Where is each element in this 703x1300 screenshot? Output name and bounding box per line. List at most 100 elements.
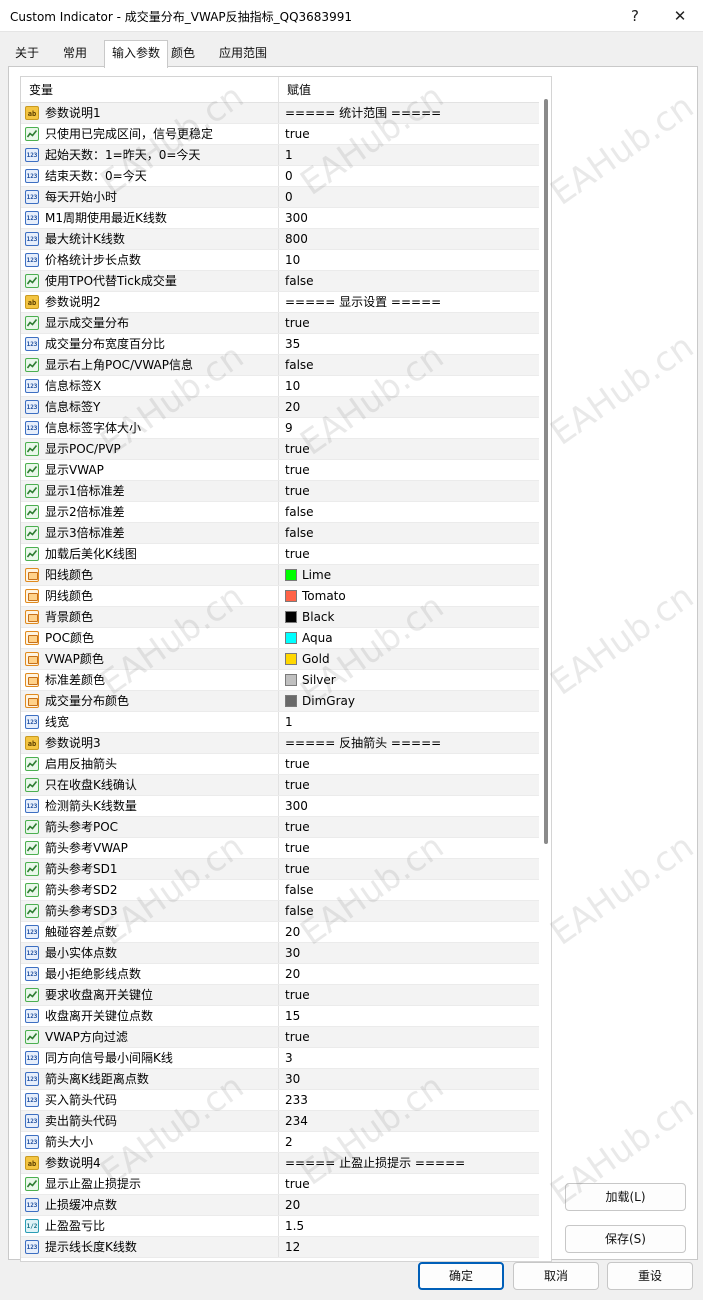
parameter-row[interactable]: 要求收盘离开关键位 true	[21, 985, 539, 1006]
parameter-value-cell[interactable]: 300	[279, 796, 539, 816]
color-swatch[interactable]	[285, 590, 297, 602]
tab-visualization[interactable]: 应用范围	[212, 42, 274, 66]
parameter-value-cell[interactable]: true	[279, 439, 539, 459]
parameter-value-cell[interactable]: 15	[279, 1006, 539, 1026]
save-button[interactable]: 保存(S)	[565, 1225, 686, 1253]
parameter-value-cell[interactable]: true	[279, 544, 539, 564]
parameter-value-cell[interactable]: Black	[279, 607, 539, 627]
column-header-value[interactable]: 赋值	[279, 77, 539, 103]
parameter-value-cell[interactable]: false	[279, 271, 539, 291]
parameter-row[interactable]: 只使用已完成区间，信号更稳定 true	[21, 124, 539, 145]
parameter-value-cell[interactable]: 12	[279, 1237, 539, 1257]
parameter-value-cell[interactable]: false	[279, 502, 539, 522]
parameter-value-cell[interactable]: 2	[279, 1132, 539, 1152]
help-icon[interactable]: ?	[612, 0, 658, 32]
parameter-value-cell[interactable]: 234	[279, 1111, 539, 1131]
close-icon[interactable]: ✕	[657, 0, 703, 32]
parameter-row[interactable]: 123 检测箭头K线数量 300	[21, 796, 539, 817]
parameter-row[interactable]: 显示2倍标准差 false	[21, 502, 539, 523]
parameter-row[interactable]: 123 收盘离开关键位点数 15	[21, 1006, 539, 1027]
parameter-value-cell[interactable]: 800	[279, 229, 539, 249]
parameter-row[interactable]: 只在收盘K线确认 true	[21, 775, 539, 796]
parameter-value-cell[interactable]: DimGray	[279, 691, 539, 711]
parameter-row[interactable]: 123 提示线长度K线数 12	[21, 1237, 539, 1258]
parameter-row[interactable]: 阴线颜色 Tomato	[21, 586, 539, 607]
parameter-row[interactable]: 123 同方向信号最小间隔K线 3	[21, 1048, 539, 1069]
color-swatch[interactable]	[285, 674, 297, 686]
parameter-row[interactable]: 123 卖出箭头代码 234	[21, 1111, 539, 1132]
parameter-row[interactable]: 加载后美化K线图 true	[21, 544, 539, 565]
parameter-row[interactable]: 123 触碰容差点数 20	[21, 922, 539, 943]
tab-about[interactable]: 关于	[8, 42, 46, 66]
parameter-row[interactable]: 123 线宽 1	[21, 712, 539, 733]
parameter-row[interactable]: 显示POC/PVP true	[21, 439, 539, 460]
parameter-value-cell[interactable]: 20	[279, 397, 539, 417]
parameter-row[interactable]: 背景颜色 Black	[21, 607, 539, 628]
color-swatch[interactable]	[285, 611, 297, 623]
parameter-value-cell[interactable]: Tomato	[279, 586, 539, 606]
column-header-variable[interactable]: 变量	[21, 77, 279, 103]
parameter-row[interactable]: 123 结束天数：0=今天 0	[21, 166, 539, 187]
parameter-value-cell[interactable]: false	[279, 901, 539, 921]
parameter-row[interactable]: 123 信息标签Y 20	[21, 397, 539, 418]
parameter-row[interactable]: VWAP方向过滤 true	[21, 1027, 539, 1048]
parameter-value-cell[interactable]: true	[279, 460, 539, 480]
parameter-value-cell[interactable]: 20	[279, 922, 539, 942]
parameter-row[interactable]: 123 最大统计K线数 800	[21, 229, 539, 250]
parameter-value-cell[interactable]: true	[279, 124, 539, 144]
parameter-row[interactable]: 显示成交量分布 true	[21, 313, 539, 334]
tab-inputs[interactable]: 输入参数	[104, 40, 169, 68]
tab-colors[interactable]: 颜色	[164, 42, 202, 66]
parameter-value-cell[interactable]: 10	[279, 250, 539, 270]
parameter-row[interactable]: ab 参数说明1 ===== 统计范围 =====	[21, 103, 539, 124]
scroll-thumb[interactable]	[544, 99, 548, 844]
parameter-value-cell[interactable]: true	[279, 985, 539, 1005]
parameter-row[interactable]: ab 参数说明4 ===== 止盈止损提示 =====	[21, 1153, 539, 1174]
parameter-value-cell[interactable]: 30	[279, 943, 539, 963]
cancel-button[interactable]: 取消	[513, 1262, 599, 1290]
parameter-row[interactable]: 123 信息标签X 10	[21, 376, 539, 397]
parameter-value-cell[interactable]: false	[279, 355, 539, 375]
parameter-row[interactable]: 标准差颜色 Silver	[21, 670, 539, 691]
parameter-value-cell[interactable]: Aqua	[279, 628, 539, 648]
parameter-row[interactable]: 显示右上角POC/VWAP信息 false	[21, 355, 539, 376]
parameter-value-cell[interactable]: 1.5	[279, 1216, 539, 1236]
parameter-row[interactable]: 123 买入箭头代码 233	[21, 1090, 539, 1111]
parameter-row[interactable]: 箭头参考SD3 false	[21, 901, 539, 922]
parameter-row[interactable]: 123 信息标签字体大小 9	[21, 418, 539, 439]
parameter-row[interactable]: 123 每天开始小时 0	[21, 187, 539, 208]
parameter-value-cell[interactable]: 10	[279, 376, 539, 396]
parameter-row[interactable]: 显示3倍标准差 false	[21, 523, 539, 544]
parameter-row[interactable]: 123 箭头大小 2	[21, 1132, 539, 1153]
parameter-value-cell[interactable]: 20	[279, 964, 539, 984]
parameter-row[interactable]: 阳线颜色 Lime	[21, 565, 539, 586]
parameter-value-cell[interactable]: 3	[279, 1048, 539, 1068]
parameter-row[interactable]: 箭头参考POC true	[21, 817, 539, 838]
parameter-value-cell[interactable]: 0	[279, 187, 539, 207]
parameter-row[interactable]: 显示VWAP true	[21, 460, 539, 481]
parameter-row[interactable]: 成交量分布颜色 DimGray	[21, 691, 539, 712]
parameter-value-cell[interactable]: true	[279, 775, 539, 795]
parameter-row[interactable]: 显示止盈止损提示 true	[21, 1174, 539, 1195]
parameter-row[interactable]: 1/2 止盈盈亏比 1.5	[21, 1216, 539, 1237]
ok-button[interactable]: 确定	[418, 1262, 504, 1290]
color-swatch[interactable]	[285, 632, 297, 644]
parameter-row[interactable]: 123 价格统计步长点数 10	[21, 250, 539, 271]
parameter-value-cell[interactable]: true	[279, 481, 539, 501]
parameter-value-cell[interactable]: ===== 显示设置 =====	[279, 292, 539, 312]
parameter-value-cell[interactable]: 30	[279, 1069, 539, 1089]
tab-common[interactable]: 常用	[56, 42, 94, 66]
parameter-row[interactable]: 显示1倍标准差 true	[21, 481, 539, 502]
parameter-value-cell[interactable]: ===== 止盈止损提示 =====	[279, 1153, 539, 1173]
parameter-row[interactable]: POC颜色 Aqua	[21, 628, 539, 649]
parameter-row[interactable]: 123 最小拒绝影线点数 20	[21, 964, 539, 985]
parameter-row[interactable]: 123 箭头离K线距离点数 30	[21, 1069, 539, 1090]
color-swatch[interactable]	[285, 569, 297, 581]
parameter-value-cell[interactable]: 35	[279, 334, 539, 354]
parameter-value-cell[interactable]: true	[279, 754, 539, 774]
parameter-row[interactable]: 123 止损缓冲点数 20	[21, 1195, 539, 1216]
parameter-value-cell[interactable]: 1	[279, 145, 539, 165]
parameter-row[interactable]: 123 起始天数：1=昨天，0=今天 1	[21, 145, 539, 166]
parameter-row[interactable]: 箭头参考SD2 false	[21, 880, 539, 901]
parameter-value-cell[interactable]: ===== 反抽箭头 =====	[279, 733, 539, 753]
